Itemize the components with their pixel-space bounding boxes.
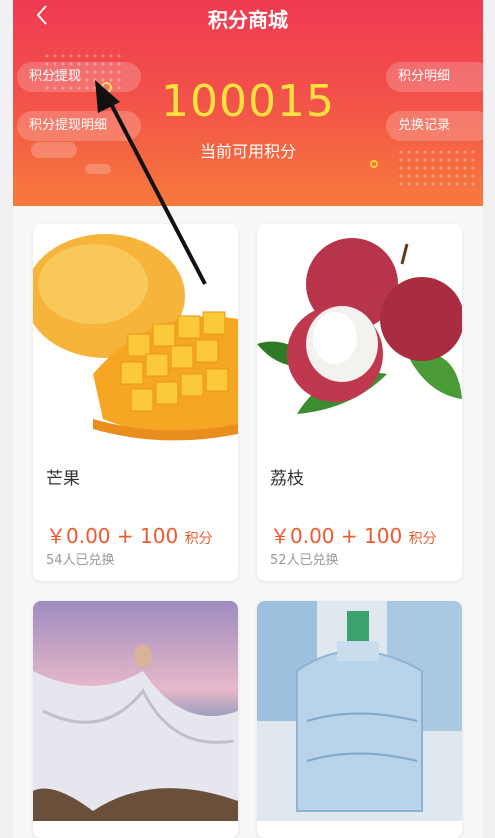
product-card-lychee[interactable]: 荔枝 ￥0.00 + 100 积分 52人已兑换 xyxy=(257,224,462,581)
product-card-4[interactable] xyxy=(257,601,462,838)
header-banner: 积分商城 积分提现 积分提现明细 积分明细 兑换记录 100015 当前可用积分 xyxy=(13,0,483,206)
product-card-mango[interactable]: 芒果 ￥0.00 + 100 积分 54人已兑换 xyxy=(33,224,238,581)
lychee-image xyxy=(257,224,462,444)
app-frame: 积分商城 积分提现 积分提现明细 积分明细 兑换记录 100015 当前可用积分 xyxy=(13,0,483,838)
product-price: ￥0.00 + 100 积分 xyxy=(46,524,213,548)
product-price: ￥0.00 + 100 积分 xyxy=(270,524,437,548)
product-image-3 xyxy=(33,601,238,821)
product-name: 荔枝 xyxy=(270,469,304,489)
available-points-label: 当前可用积分 xyxy=(199,142,296,161)
exchange-count: 52人已兑换 xyxy=(270,553,339,568)
decor-cloud xyxy=(85,164,111,174)
product-image-4 xyxy=(257,601,462,821)
product-card-3[interactable] xyxy=(33,601,238,838)
product-name: 芒果 xyxy=(46,469,80,489)
exchange-count: 54人已兑换 xyxy=(46,553,115,568)
available-points-value: 100015 xyxy=(161,76,335,127)
page-title: 积分商城 xyxy=(208,8,288,32)
mango-image xyxy=(33,224,238,444)
